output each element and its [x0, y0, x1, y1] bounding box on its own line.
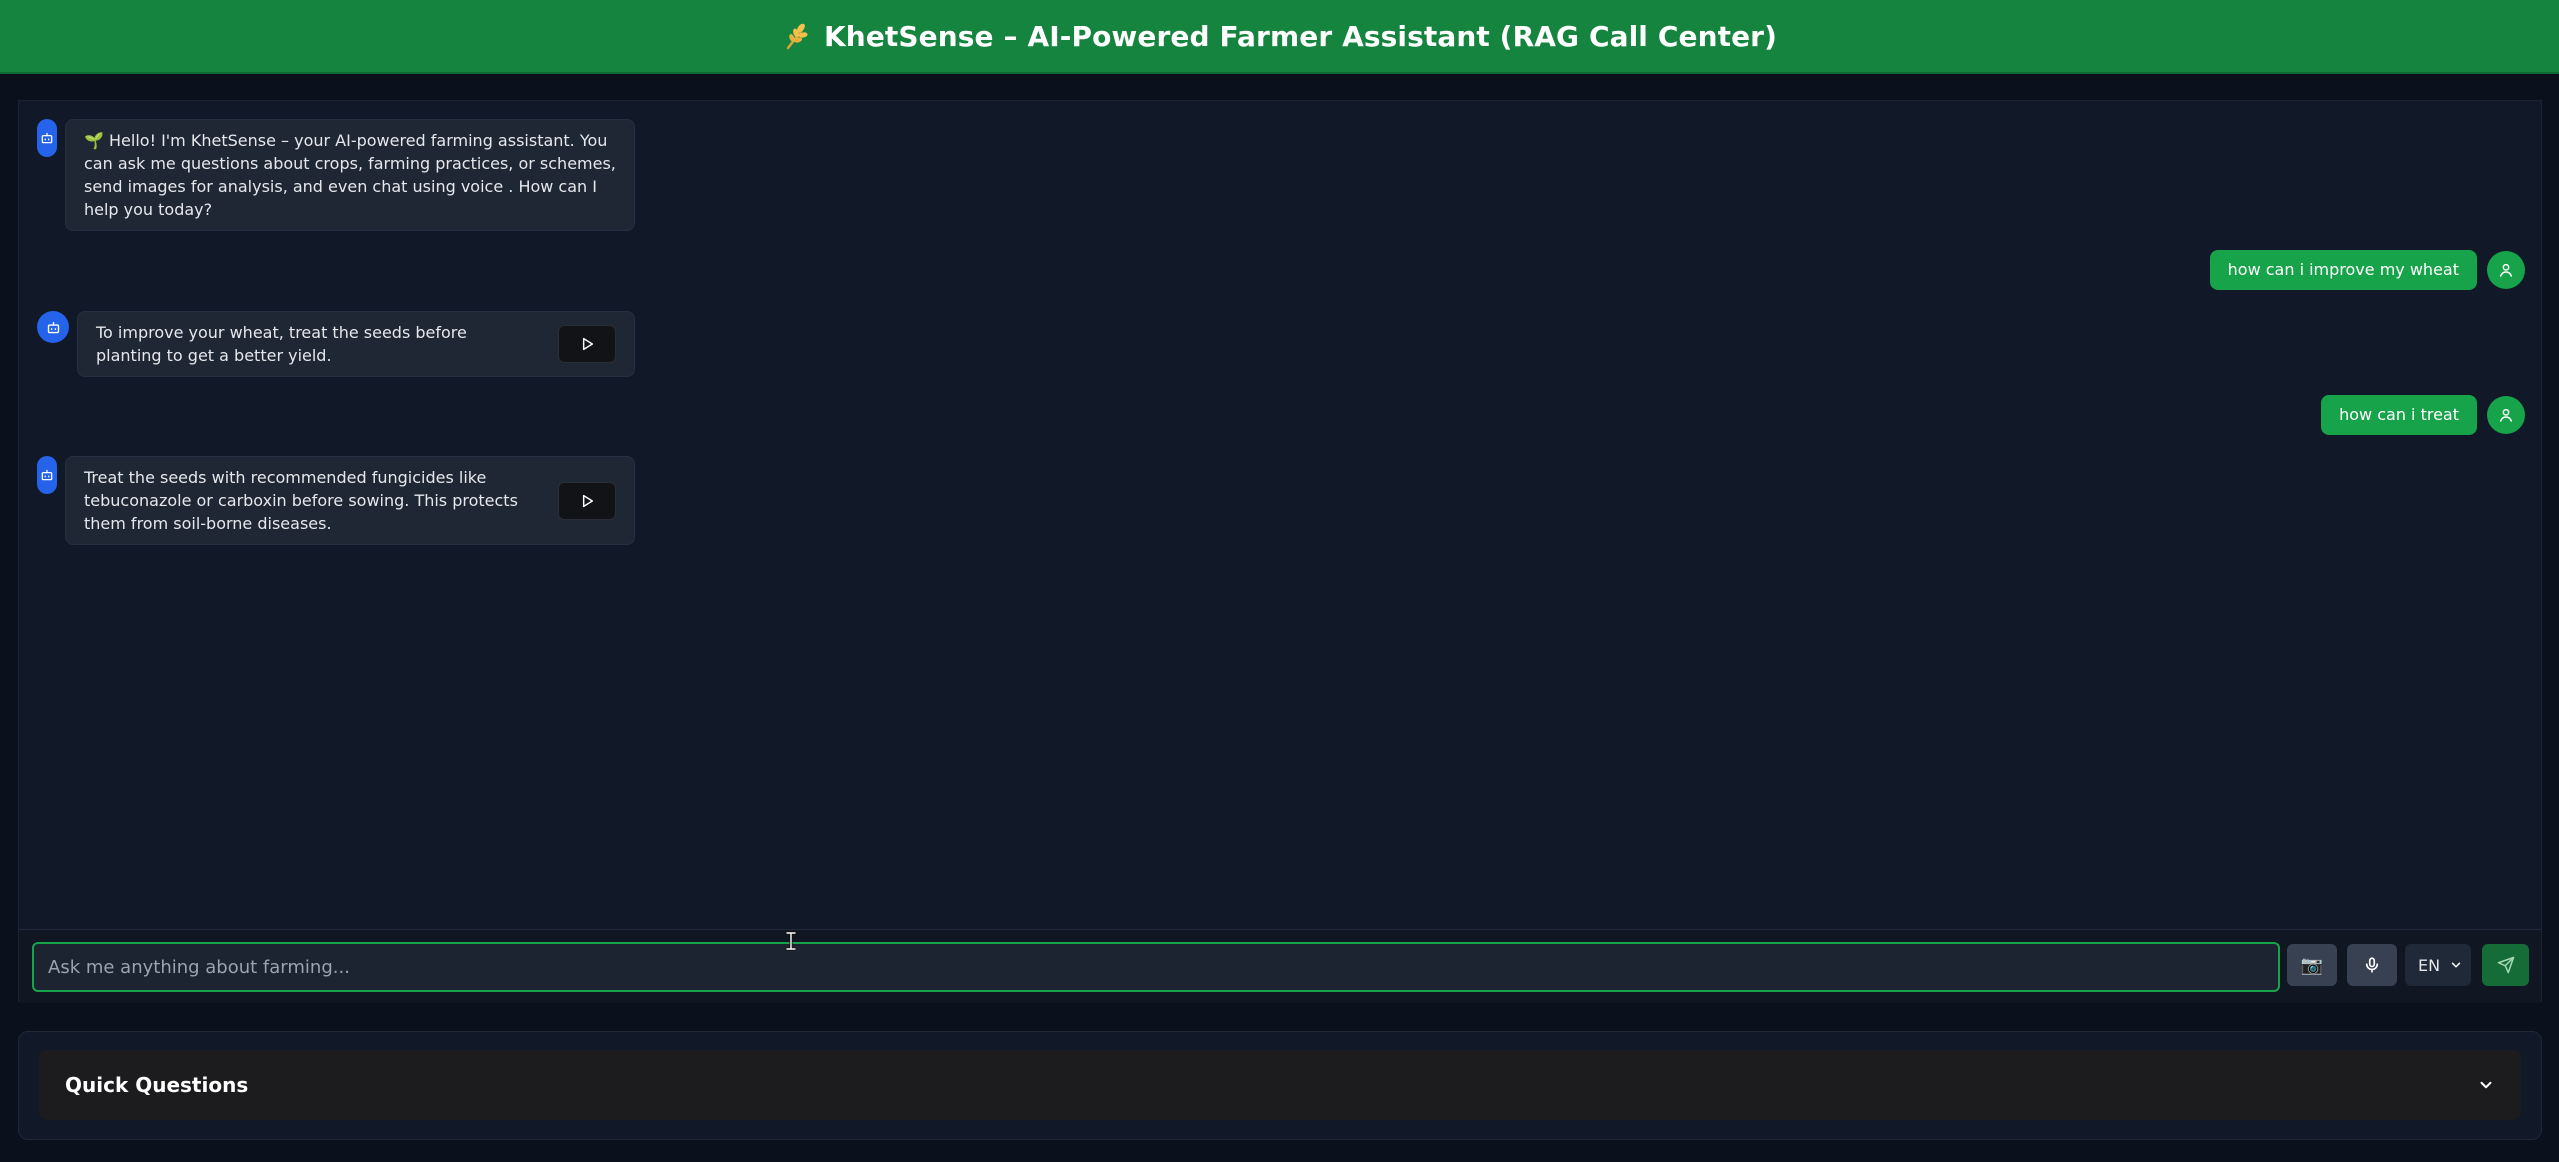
app-header: KhetSense – AI-Powered Farmer Assistant …	[0, 0, 2559, 72]
chat-panel: 🌱 Hello! I'm KhetSense – your AI-powered…	[18, 100, 2542, 1003]
play-audio-button[interactable]	[558, 325, 616, 363]
user-icon	[2499, 263, 2513, 277]
play-icon	[582, 494, 594, 507]
user-avatar	[2487, 396, 2525, 434]
user-bubble: how can i treat	[2321, 395, 2477, 435]
message-text: 🌱 Hello! I'm KhetSense – your AI-powered…	[84, 131, 616, 219]
bot-message: Treat the seeds with recommended fungici…	[37, 456, 635, 545]
bot-bubble: To improve your wheat, treat the seeds b…	[77, 311, 635, 377]
user-bubble: how can i improve my wheat	[2209, 250, 2477, 290]
play-audio-button[interactable]	[558, 481, 616, 520]
user-icon	[2499, 408, 2513, 422]
camera-icon: 📷	[2300, 954, 2324, 975]
bot-icon	[47, 321, 59, 333]
mic-button[interactable]	[2347, 944, 2397, 986]
send-icon	[2497, 956, 2514, 974]
camera-button[interactable]: 📷	[2287, 944, 2337, 986]
bot-icon	[41, 132, 53, 144]
quick-questions-title: Quick Questions	[65, 1073, 249, 1097]
bot-icon	[41, 469, 53, 481]
bot-avatar	[37, 456, 57, 494]
chat-input[interactable]	[32, 942, 2280, 992]
message-text: Treat the seeds with recommended fungici…	[84, 468, 518, 533]
bot-bubble: Treat the seeds with recommended fungici…	[65, 456, 635, 545]
mic-icon	[2365, 957, 2379, 973]
play-icon	[582, 337, 594, 351]
bot-avatar	[37, 311, 69, 343]
header-title-group: KhetSense – AI-Powered Farmer Assistant …	[782, 20, 1777, 53]
message-text: To improve your wheat, treat the seeds b…	[96, 323, 467, 365]
quick-questions-panel: Quick Questions	[18, 1031, 2542, 1140]
bot-message: To improve your wheat, treat the seeds b…	[37, 311, 635, 377]
chevron-down-icon	[2480, 1081, 2492, 1089]
message-list[interactable]: 🌱 Hello! I'm KhetSense – your AI-powered…	[19, 101, 2541, 929]
chevron-down-icon	[2451, 962, 2461, 968]
bot-bubble: 🌱 Hello! I'm KhetSense – your AI-powered…	[65, 119, 635, 231]
text-cursor-icon	[785, 931, 797, 951]
bot-message: 🌱 Hello! I'm KhetSense – your AI-powered…	[37, 119, 635, 231]
user-message: how can i improve my wheat	[2209, 250, 2525, 290]
composer-bar: 📷 EN	[19, 929, 2541, 1003]
language-value: EN	[2418, 955, 2441, 975]
quick-questions-toggle[interactable]: Quick Questions	[39, 1050, 2521, 1120]
language-select[interactable]: EN	[2405, 944, 2471, 986]
send-button[interactable]	[2482, 944, 2529, 986]
page-title: KhetSense – AI-Powered Farmer Assistant …	[824, 19, 1777, 53]
bot-avatar	[37, 119, 57, 157]
user-message: how can i treat	[2321, 395, 2525, 435]
wheat-icon	[786, 23, 808, 50]
user-avatar	[2487, 251, 2525, 289]
